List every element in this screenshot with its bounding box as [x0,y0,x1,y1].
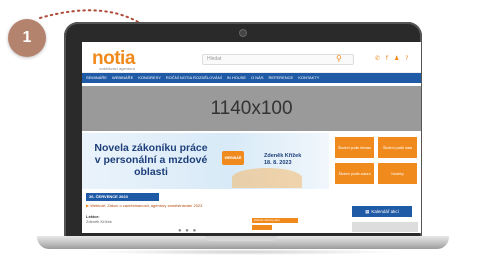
calendar-icon: ▦ [365,208,370,214]
tile-news[interactable]: Novinky [378,163,417,184]
orange-tag[interactable] [252,225,272,230]
tile-by-author[interactable]: Školení podle autora [335,163,374,184]
laptop-shadow [90,249,400,255]
search-icon[interactable]: ⚲ [336,54,342,63]
nav-item[interactable]: KONGRESY [138,73,161,83]
speaker-date: 18. 8. 2023 [264,160,292,166]
nav-item[interactable]: SEMINÁŘE [86,73,107,83]
main-nav: SEMINÁŘE WEBINÁŘE KONGRESY ROČNÍ NOTIA ROZD… [82,73,421,83]
camera-icon [239,29,247,37]
banner-placeholder-label: 1140x100 [210,97,293,119]
social-icons[interactable]: ✆ f ♟ ? [375,55,410,62]
calendar-button[interactable]: ▦ Kalendář akcí [352,206,412,217]
event-title-text: Webinář: Zákon o zaměstnanosti, agentury… [90,203,203,208]
nav-item[interactable]: IN HOUSE [227,73,246,83]
tile-by-topic[interactable]: Školení podle tématu [335,137,374,158]
hero-decoration [232,168,302,188]
step-badge: 1 [8,19,46,57]
lektor-name: Zdeněk Křížek [86,219,112,224]
tile-by-date[interactable]: Školení podle data [378,137,417,158]
webinar-badge: WEBINÁŘ [222,151,244,165]
search-input[interactable]: Hledat [202,54,354,65]
nav-item[interactable]: REFERENCE [269,73,294,83]
hero-speaker: Zdeněk Křížek 18. 8. 2023 [264,153,301,167]
nav-item[interactable]: KONTAKTY [298,73,319,83]
calendar-button-label: Kalendář akcí [371,209,399,214]
laptop-screen: notia vzdělávací agentura Hledat ⚲ ✆ f ♟… [82,42,421,233]
speaker-name: Zdeněk Křížek [264,153,302,159]
all-events-tag[interactable]: Zobrazit všechny akce [252,218,298,223]
event-title[interactable]: ▶ Webinář: Zákon o zaměstnanosti, agentu… [86,203,286,208]
hero-title: Novela zákoníku práce v personální a mzd… [94,142,208,178]
nav-item[interactable]: ROČNÍ NOTIA ROZDĚLOVÁNÍ [166,73,222,83]
event-date: 26. ČERVENCE 2023 [86,193,159,201]
gray-panel [352,222,418,232]
carousel-dots[interactable]: ● ● ● [178,228,197,233]
logo-subtitle: vzdělávací agentura [99,66,135,71]
laptop-notch [205,236,277,241]
nav-item[interactable]: O NÁS [251,73,263,83]
nav-item[interactable]: WEBINÁŘE [112,73,133,83]
